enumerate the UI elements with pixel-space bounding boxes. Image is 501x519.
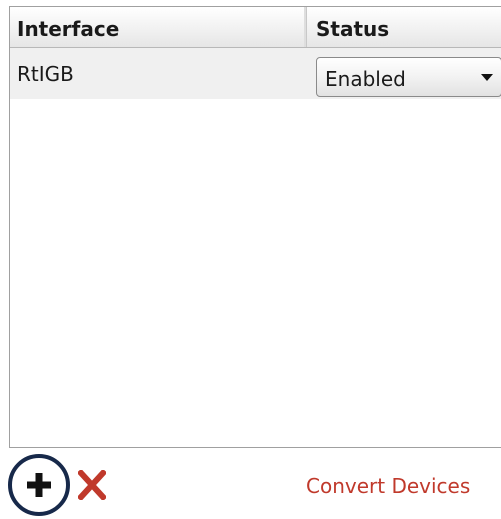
interface-name-cell: RtIGB (17, 62, 74, 86)
convert-devices-link[interactable]: Convert Devices (306, 474, 470, 498)
plus-icon (27, 473, 51, 497)
dropdown-arrow-icon (481, 74, 493, 81)
add-interface-button[interactable] (8, 454, 70, 516)
bottom-toolbar: Convert Devices (0, 448, 501, 519)
table-row[interactable]: RtIGB Enabled (10, 48, 501, 99)
red-x-icon (76, 468, 108, 502)
remove-interface-button[interactable] (76, 468, 108, 502)
table-header: Interface Status (10, 7, 501, 48)
status-dropdown[interactable]: Enabled (316, 57, 501, 97)
interface-table: Interface Status RtIGB Enabled (9, 6, 501, 448)
column-header-interface[interactable]: Interface (10, 7, 306, 47)
status-dropdown-value: Enabled (325, 67, 406, 91)
column-header-status[interactable]: Status (306, 7, 501, 47)
